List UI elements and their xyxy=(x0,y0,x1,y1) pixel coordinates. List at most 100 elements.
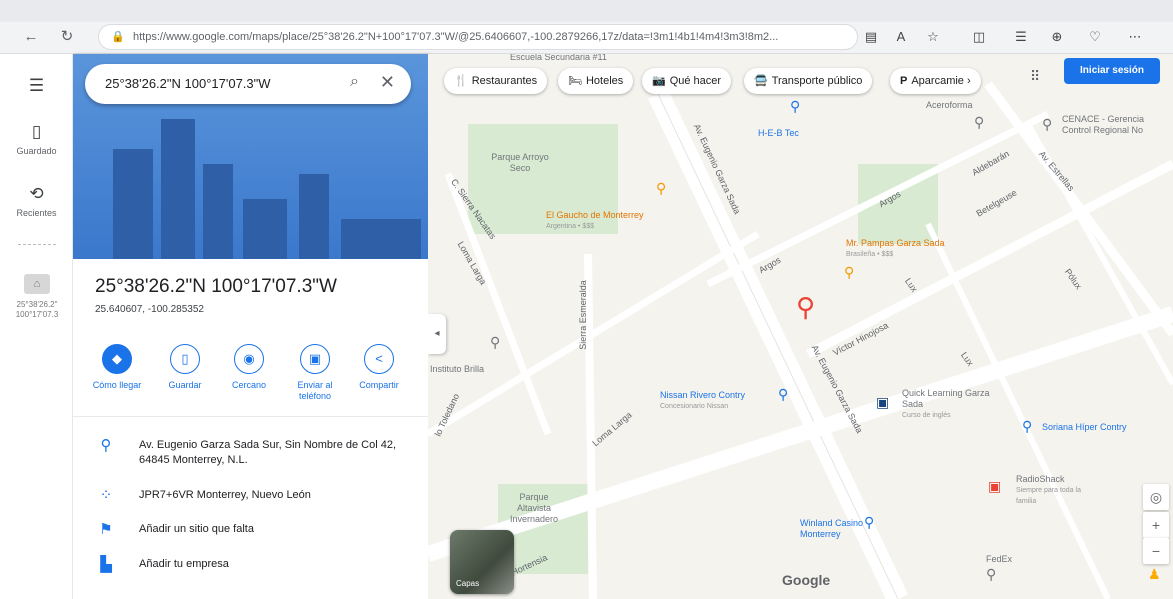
address-bar[interactable]: 🔒 https://www.google.com/maps/place/25°3… xyxy=(98,24,858,50)
school-logo-icon[interactable]: ▣ xyxy=(876,394,889,411)
read-aloud-icon[interactable]: A xyxy=(890,26,912,48)
saved-label: Guardado xyxy=(16,146,57,156)
bookmark-icon: ▯ xyxy=(31,122,42,141)
chip-transit[interactable]: 🚍 Transporte público xyxy=(744,68,873,94)
poi-parque-arroyo[interactable]: Parque Arroyo Seco xyxy=(490,152,550,174)
store-logo-icon[interactable]: ▣ xyxy=(988,478,1001,495)
place-coordinates: 25.640607, -100.285352 xyxy=(95,304,204,315)
street-view-pegman-icon[interactable]: ♟ xyxy=(1148,566,1161,583)
share-button[interactable]: < Compartir xyxy=(349,344,409,391)
poi-soriana[interactable]: Soriana Híper Contry xyxy=(1042,422,1127,433)
history-icon: ⟲ xyxy=(29,184,44,203)
casino-pin-icon[interactable]: ⚲ xyxy=(864,514,874,531)
zoom-in-button[interactable]: + xyxy=(1143,512,1169,538)
place-thumbnail-icon: ⌂ xyxy=(24,274,50,294)
place-title: 25°38'26.2"N 100°17'07.3"W xyxy=(95,276,337,297)
poi-cenace[interactable]: CENACE - Gerencia Control Regional No xyxy=(1062,114,1172,136)
poi-quick-learning[interactable]: Quick Learning Garza Sada Curso de inglés xyxy=(902,388,992,421)
zoom-out-button[interactable]: − xyxy=(1143,538,1169,564)
google-apps-icon[interactable]: ⠿ xyxy=(1030,68,1040,85)
directions-button[interactable]: ◆ Cómo llegar xyxy=(87,344,147,391)
search-input[interactable]: 25°38'26.2"N 100°17'07.3"W xyxy=(105,76,271,91)
dropped-pin-icon[interactable]: ⚲ xyxy=(796,292,815,323)
place-pin-icon[interactable]: ⚲ xyxy=(986,566,996,583)
send-to-phone-label: Enviar al teléfono xyxy=(297,380,333,401)
lock-icon: 🔒 xyxy=(111,31,125,43)
share-label: Compartir xyxy=(359,380,399,390)
poi-nissan[interactable]: Nissan Rivero Contry Concesionario Nissan xyxy=(660,390,745,412)
poi-aceroforma[interactable]: Aceroforma xyxy=(926,100,973,111)
place-pin-icon[interactable]: ⚲ xyxy=(974,114,984,131)
save-button[interactable]: ▯ Guardar xyxy=(155,344,215,391)
favorite-icon[interactable]: ☆ xyxy=(922,26,944,48)
action-buttons: ◆ Cómo llegar ▯ Guardar ◉ Cercano ▣ Envi… xyxy=(87,344,417,414)
shopping-pin-icon[interactable]: ⚲ xyxy=(1022,418,1032,435)
address-text: Av. Eugenio Garza Sada Sur, Sin Nombre d… xyxy=(139,439,397,466)
directions-icon: ◆ xyxy=(102,344,132,374)
recents-button[interactable]: ⟲ Recientes xyxy=(0,184,73,218)
nearby-button[interactable]: ◉ Cercano xyxy=(219,344,279,391)
government-pin-icon[interactable]: ⚲ xyxy=(1042,116,1052,133)
address-row[interactable]: ⚲ Av. Eugenio Garza Sada Sur, Sin Nombre… xyxy=(97,438,417,470)
url-text: https://www.google.com/maps/place/25°38'… xyxy=(133,31,779,43)
share-icon: < xyxy=(364,344,394,374)
restaurant-pin-icon[interactable]: ⚲ xyxy=(656,180,666,197)
close-icon[interactable]: ✕ xyxy=(380,72,395,93)
back-icon[interactable]: ← xyxy=(20,26,42,48)
directions-label: Cómo llegar xyxy=(92,380,142,390)
sign-in-button[interactable]: Iniciar sesión xyxy=(1064,58,1160,84)
car-dealer-pin-icon[interactable]: ⚲ xyxy=(778,386,788,403)
saved-button[interactable]: ▯ Guardado xyxy=(0,122,73,156)
chip-restaurants[interactable]: 🍴 Restaurantes xyxy=(444,68,548,94)
poi-fedex[interactable]: FedEx xyxy=(986,554,1012,565)
street-label: Sierra Esmeralda xyxy=(577,280,588,350)
search-icon[interactable]: ⌕ xyxy=(350,73,359,91)
plus-code-row[interactable]: ⁘ JPR7+6VR Monterrey, Nuevo León xyxy=(97,488,417,504)
poi-pampas[interactable]: Mr. Pampas Garza Sada Brasileña • $$$ xyxy=(846,238,945,260)
camera-icon: 📷 xyxy=(652,75,666,87)
health-icon[interactable]: ♡ xyxy=(1084,26,1106,48)
chip-hotels[interactable]: 🛏 Hoteles xyxy=(558,68,634,94)
bookmark-icon: ▯ xyxy=(170,344,200,374)
recent-place-label: 25°38'26.2" 100°17'07.3 xyxy=(15,300,59,319)
refresh-icon[interactable]: ↻ xyxy=(56,26,78,48)
restaurant-pin-icon[interactable]: ⚲ xyxy=(844,264,854,281)
nearby-label: Cercano xyxy=(231,380,267,390)
send-to-phone-button[interactable]: ▣ Enviar al teléfono xyxy=(285,344,345,402)
tab-icon[interactable]: ▤ xyxy=(860,26,882,48)
my-location-icon[interactable]: ◎ xyxy=(1143,484,1169,510)
location-pin-icon: ⚲ xyxy=(100,437,112,454)
recent-place[interactable]: ⌂ 25°38'26.2" 100°17'07.3 xyxy=(6,274,68,320)
collapse-panel-button[interactable]: ◂ xyxy=(428,314,446,354)
add-place-row[interactable]: ⚑ Añadir un sitio que falta xyxy=(97,522,417,538)
layers-label: Capas xyxy=(456,579,480,588)
poi-heb[interactable]: H-E-B Tec xyxy=(758,128,799,139)
layers-button[interactable]: Capas xyxy=(450,530,514,594)
split-screen-icon[interactable]: ◫ xyxy=(968,26,990,48)
google-logo: Google xyxy=(782,572,831,588)
poi-gaucho[interactable]: El Gaucho de Monterrey Argentina • $$$ xyxy=(546,210,644,232)
extensions-icon[interactable]: ⋯ xyxy=(1124,26,1146,48)
panel-divider xyxy=(73,416,428,417)
store-pin-icon[interactable]: ⚲ xyxy=(790,98,800,115)
map-canvas[interactable]: 🍴 Restaurantes 🛏 Hoteles 📷 Qué hacer 🚍 Trans… xyxy=(428,54,1173,599)
chip-parking[interactable]: P Aparcamie › xyxy=(890,68,981,94)
add-business-text: Añadir tu empresa xyxy=(139,558,229,570)
plus-code-text: JPR7+6VR Monterrey, Nuevo León xyxy=(139,489,311,501)
chip-things-to-do[interactable]: 📷 Qué hacer xyxy=(642,68,732,94)
plus-code-icon: ⁘ xyxy=(99,487,113,504)
school-pin-icon[interactable]: ⚲ xyxy=(490,334,500,351)
menu-icon: ☰ xyxy=(28,76,45,95)
poi-winland[interactable]: Winland Casino Monterrey xyxy=(800,518,870,540)
poi-instituto[interactable]: Instituto Brilla xyxy=(430,364,484,375)
add-place-text: Añadir un sitio que falta xyxy=(139,523,254,535)
poi-escuela[interactable]: Escuela Secundaria #11 xyxy=(510,54,607,63)
search-bar[interactable]: 25°38'26.2"N 100°17'07.3"W ⌕ ✕ xyxy=(85,64,411,104)
menu-button[interactable]: ☰ xyxy=(0,76,73,100)
add-location-icon: ⚑ xyxy=(99,521,113,538)
favorites-icon[interactable]: ☰ xyxy=(1010,26,1032,48)
add-business-row[interactable]: ▙ Añadir tu empresa xyxy=(97,557,417,573)
collections-icon[interactable]: ⊕ xyxy=(1046,26,1068,48)
poi-parque-altavista[interactable]: Parque Altavista Invernadero xyxy=(504,492,564,525)
poi-radioshack[interactable]: RadioShack Siempre para toda la familia xyxy=(1016,474,1096,507)
